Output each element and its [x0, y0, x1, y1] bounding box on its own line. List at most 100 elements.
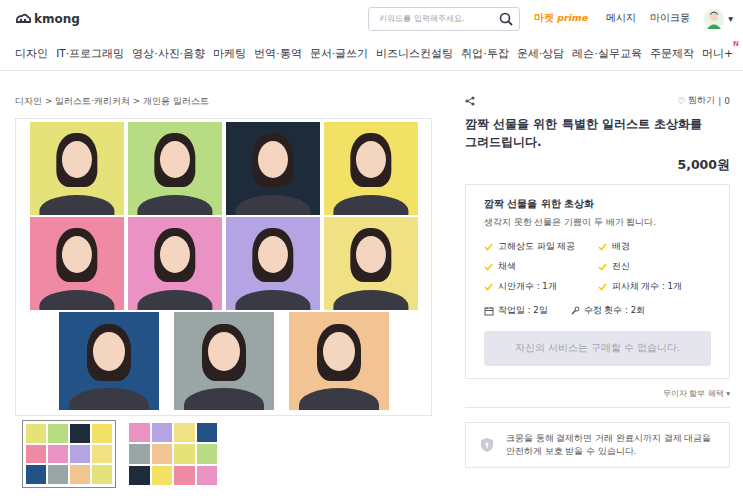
portrait-face — [208, 332, 240, 371]
breadcrumb-item[interactable]: 일러스트·캐리커쳐 — [55, 96, 130, 118]
thumbnail-cell — [129, 466, 150, 485]
nav-item[interactable]: IT·프로그래밍 — [56, 47, 124, 61]
kmong-logo-icon — [24, 18, 26, 20]
calendar-icon — [485, 310, 493, 311]
nav-item[interactable]: 마케팅 — [213, 47, 246, 61]
installment-link[interactable]: 무이자 할부 혜택 ▾ — [465, 379, 730, 408]
logo-text[interactable]: kmong — [34, 12, 80, 26]
share-icon[interactable] — [467, 98, 473, 101]
nav-item[interactable]: 영상·사진·음향 — [132, 47, 205, 61]
feature-item: 시안개수 : 1개 — [484, 281, 598, 293]
feature-item: 채색 — [484, 261, 598, 273]
package-card: 깜짝 선물을 위한 초상화생각지 못한 선물은 기쁨이 두 배가 됩니다.고해상… — [465, 184, 730, 379]
check-icon — [484, 243, 493, 251]
check-icon — [484, 243, 493, 251]
nav-item[interactable]: 머니+N — [702, 47, 733, 61]
share-icon[interactable] — [465, 96, 475, 106]
check-icon — [484, 283, 493, 291]
feature-item: 고해상도 파일 제공 — [484, 241, 598, 253]
avatar-icon[interactable] — [710, 11, 718, 15]
share-icon[interactable] — [467, 101, 473, 104]
check-icon — [485, 244, 492, 250]
portrait-tile — [128, 217, 222, 310]
nav-item[interactable]: 번역·통역 — [254, 47, 301, 61]
portrait-body — [333, 195, 408, 215]
thumbnail-cell — [152, 466, 173, 485]
market-label[interactable]: 마켓 — [534, 12, 554, 25]
breadcrumb-item[interactable]: 디자인 — [15, 96, 42, 118]
shield-icon — [480, 437, 494, 453]
nav-item[interactable]: 운세·상담 — [517, 47, 564, 61]
category-nav: 디자인 IT·프로그래밍 영상·사진·음향 마케팅 번역·통역 문서·글쓰기 비즈니스컨설팅… — [0, 37, 743, 71]
portrait-tile — [30, 122, 124, 215]
thumbnail-cell — [129, 444, 150, 463]
installment-label[interactable]: 무이자 할부 혜택 — [663, 389, 724, 398]
portrait-face — [323, 332, 355, 371]
check-icon — [484, 263, 493, 271]
profile-menu[interactable]: ▾ — [704, 9, 733, 29]
nav-item[interactable]: 주문제작 — [650, 47, 694, 61]
search-input[interactable] — [379, 14, 499, 23]
portrait-body — [235, 290, 310, 310]
kmong-logo-icon — [15, 13, 31, 25]
revisions-label: 수정 횟수 : 2회 — [584, 305, 645, 317]
breadcrumb-item[interactable]: 개인용 일러스트 — [143, 96, 209, 118]
thumbnail[interactable] — [126, 420, 220, 488]
search-icon[interactable] — [501, 13, 510, 22]
thumbnail-strip — [15, 416, 432, 488]
portrait-tile — [174, 312, 274, 410]
search-icon[interactable] — [499, 12, 513, 26]
portrait-tile — [226, 122, 320, 215]
portrait-body — [184, 388, 264, 410]
nav-item[interactable]: 비즈니스컨설팅 — [376, 47, 453, 61]
revisions: 수정 횟수 : 2회 — [570, 305, 645, 317]
avatar-icon[interactable] — [704, 9, 724, 29]
kmong-logo-icon — [20, 18, 22, 20]
header-link[interactable]: 메시지 — [606, 12, 636, 25]
shield-icon — [481, 438, 493, 452]
wish-label[interactable]: 찜하기 — [688, 94, 715, 107]
feature-label: 전신 — [612, 261, 630, 273]
nav-item[interactable]: 디자인 — [15, 47, 48, 61]
portrait-body — [39, 290, 114, 310]
check-icon — [598, 263, 607, 271]
portrait-face — [257, 236, 287, 273]
installment-caret[interactable]: ▾ — [726, 389, 730, 398]
avatar-icon[interactable] — [704, 9, 724, 29]
calendar-icon — [484, 306, 494, 316]
dropdown-caret[interactable]: ▾ — [728, 13, 733, 24]
header-link[interactable]: 마이크몽 — [650, 12, 690, 25]
portrait-face — [355, 236, 385, 273]
heart-icon[interactable]: ♡ — [677, 96, 685, 106]
market-prime-link[interactable]: 마켓prime — [534, 12, 588, 25]
thumbnail[interactable] — [22, 420, 116, 488]
avatar-icon[interactable] — [707, 24, 721, 29]
avatar-icon[interactable] — [710, 13, 718, 21]
portrait-face — [93, 332, 125, 371]
logo[interactable]: kmong — [15, 12, 80, 26]
wish-button[interactable]: ♡찜하기|0 — [677, 94, 730, 107]
feature-item: 피사체 개수 : 1개 — [598, 281, 712, 293]
prime-badge[interactable]: prime — [557, 12, 588, 23]
portrait-face — [159, 141, 189, 178]
portrait-face — [355, 141, 385, 178]
share-icon[interactable] — [465, 96, 475, 106]
search-icon[interactable] — [508, 21, 512, 25]
thumbnail-cell — [48, 424, 68, 443]
package-meta: 작업일 : 2일 수정 횟수 : 2회 — [484, 305, 711, 317]
nav-item[interactable]: 문서·글쓰기 — [310, 47, 368, 61]
nav-item[interactable]: 레슨·실무교육 — [572, 47, 641, 61]
portrait-face — [159, 236, 189, 273]
package-description: 생각지 못한 선물은 기쁨이 두 배가 됩니다. — [484, 217, 711, 229]
nav-item[interactable]: 취업·투잡 — [461, 47, 508, 61]
check-icon — [485, 284, 492, 290]
thumbnail-cell — [197, 423, 218, 442]
portrait-face — [257, 141, 287, 178]
thumbnail-cell — [70, 445, 90, 464]
check-icon — [485, 264, 492, 270]
avatar-icon[interactable] — [704, 9, 724, 29]
search-icon[interactable] — [499, 12, 513, 26]
check-icon — [484, 283, 493, 291]
work-days-label: 작업일 : 2일 — [498, 305, 548, 317]
portrait-face — [61, 236, 91, 273]
